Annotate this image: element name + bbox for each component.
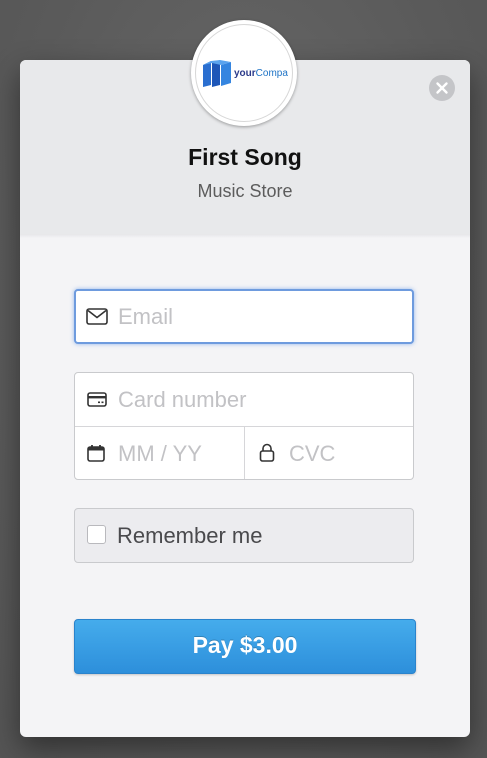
logo-wordmark-part1: your — [234, 68, 256, 79]
merchant-description: Music Store — [197, 181, 293, 201]
merchant-logo-inner: yourCompa — [195, 24, 293, 122]
logo-wordmark-part2: Compa — [255, 68, 288, 79]
card-field-group — [74, 372, 414, 480]
header-divider — [20, 234, 470, 238]
merchant-name: First Song — [188, 144, 302, 170]
credit-card-icon — [87, 392, 107, 407]
calendar-icon — [87, 445, 105, 462]
pay-button[interactable]: Pay $3.00 — [74, 619, 416, 674]
card-expiry-cvc-row — [75, 427, 413, 480]
company-logo-icon — [203, 60, 231, 87]
email-input[interactable] — [118, 303, 403, 331]
remember-me-label: Remember me — [117, 523, 263, 548]
mail-icon — [86, 308, 108, 325]
remember-me-toggle[interactable]: Remember me — [74, 508, 414, 563]
logo-wordmark: yourCompa — [234, 68, 288, 79]
email-field-group — [74, 289, 414, 344]
card-number-input[interactable] — [118, 386, 403, 414]
expiry-input[interactable] — [118, 440, 236, 468]
remember-me-checkbox[interactable] — [87, 525, 106, 544]
lock-icon — [259, 443, 275, 462]
cvc-input[interactable] — [289, 440, 404, 468]
merchant-logo: yourCompa — [191, 20, 297, 126]
close-icon — [436, 82, 448, 94]
checkout-modal: yourCompa First Song Music Store Email C… — [20, 20, 470, 737]
close-button[interactable] — [429, 75, 455, 101]
card-number-row — [75, 373, 413, 426]
